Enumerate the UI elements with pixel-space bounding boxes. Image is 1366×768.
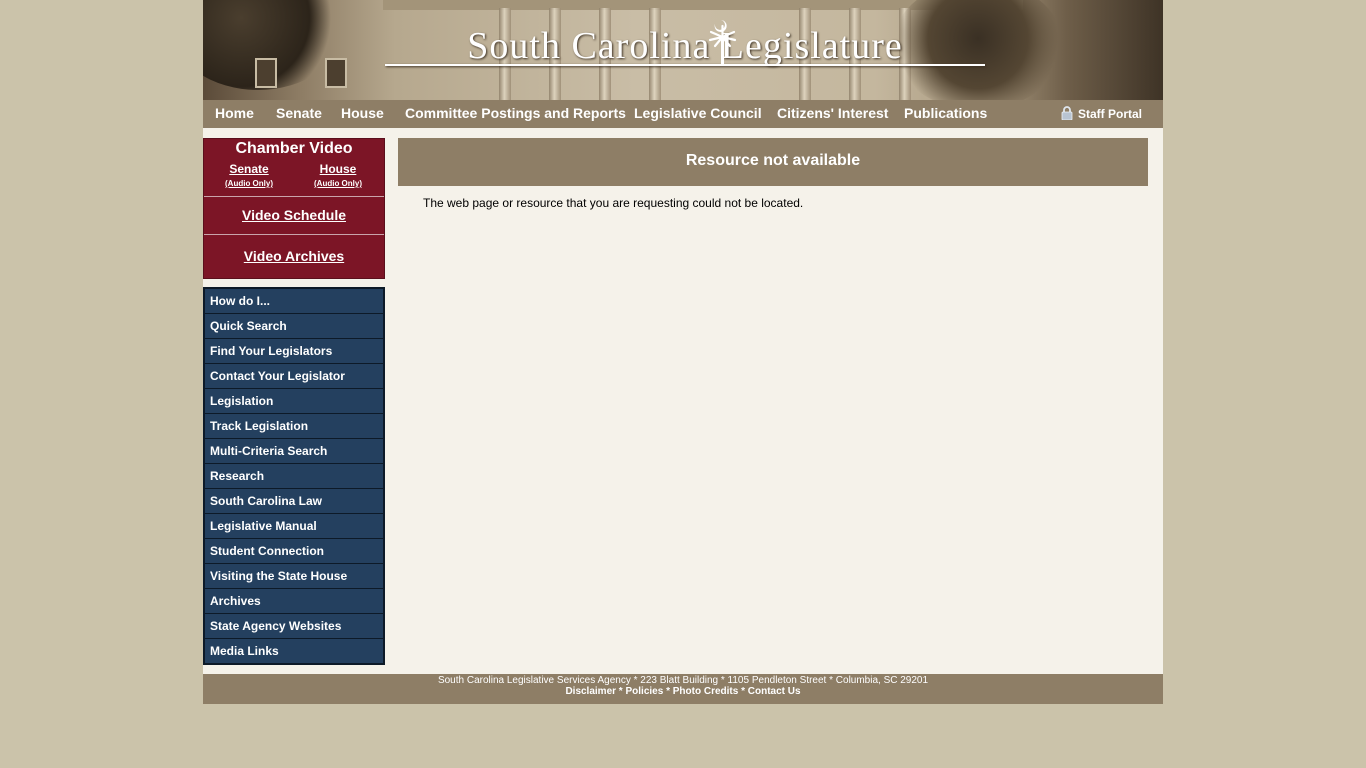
house-video-link[interactable]: House [303,162,373,176]
side-item-track-legislation[interactable]: Track Legislation [205,414,383,439]
senate-video-link[interactable]: Senate [214,162,284,176]
footer-disclaimer-link[interactable]: Disclaimer [565,686,616,697]
footer-separator: * [663,686,673,697]
nav-citizens-interest[interactable]: Citizens' Interest [777,105,888,121]
footer-policies-link[interactable]: Policies [625,686,663,697]
video-archives-link[interactable]: Video Archives [204,234,384,278]
footer-photo-credits-link[interactable]: Photo Credits [673,686,739,697]
nav-house[interactable]: House [341,105,384,121]
video-schedule-link[interactable]: Video Schedule [204,196,384,234]
side-item-research[interactable]: Research [205,464,383,489]
nav-senate[interactable]: Senate [276,105,322,121]
side-item-student-connection[interactable]: Student Connection [205,539,383,564]
footer-address: South Carolina Legislative Services Agen… [437,675,929,686]
error-message: The web page or resource that you are re… [423,196,804,210]
nav-committee-postings[interactable]: Committee Postings and Reports [405,105,626,121]
side-item-find-legislators[interactable]: Find Your Legislators [205,339,383,364]
side-menu: How do I... Quick Search Find Your Legis… [203,287,385,665]
footer-contact-us-link[interactable]: Contact Us [748,686,801,697]
side-item-media-links[interactable]: Media Links [205,639,383,663]
side-item-legislation[interactable]: Legislation [205,389,383,414]
side-item-state-agency-websites[interactable]: State Agency Websites [205,614,383,639]
side-item-legislative-manual[interactable]: Legislative Manual [205,514,383,539]
side-item-contact-legislator[interactable]: Contact Your Legislator [205,364,383,389]
side-item-sc-law[interactable]: South Carolina Law [205,489,383,514]
footer-links: Disclaimer * Policies * Photo Credits * … [203,686,1163,697]
lock-icon [1061,106,1073,120]
footer-separator: * [738,686,748,697]
house-audio-only-link[interactable]: (Audio Only) [303,179,373,188]
banner-window [255,58,277,88]
side-item-how-do-i[interactable]: How do I... [205,289,383,314]
chamber-video-panel: Chamber Video Senate House (Audio Only) … [203,138,385,279]
nav-legislative-council[interactable]: Legislative Council [634,105,762,121]
site-title[interactable]: South Carolina Legislature [385,24,985,68]
nav-home[interactable]: Home [215,105,254,121]
chamber-video-title: Chamber Video [235,140,353,157]
content-area: Chamber Video Senate House (Audio Only) … [203,128,1163,674]
site-title-underline [385,64,985,66]
palmetto-tree-icon [708,20,737,66]
staff-portal-label: Staff Portal [1078,107,1143,121]
nav-publications[interactable]: Publications [904,105,987,121]
staff-portal-link[interactable]: Staff Portal [1060,106,1142,121]
side-item-quick-search[interactable]: Quick Search [205,314,383,339]
main-nav: Home Senate House Committee Postings and… [203,100,1163,128]
page-title: Resource not available [398,138,1148,186]
side-item-archives[interactable]: Archives [205,589,383,614]
banner-window [325,58,347,88]
page-wrapper: South Carolina Legislature Home Senate H… [203,0,1163,704]
site-footer: South Carolina Legislative Services Agen… [203,674,1163,704]
site-banner: South Carolina Legislature [203,0,1163,100]
side-item-visiting-state-house[interactable]: Visiting the State House [205,564,383,589]
side-item-multi-criteria-search[interactable]: Multi-Criteria Search [205,439,383,464]
senate-audio-only-link[interactable]: (Audio Only) [214,179,284,188]
